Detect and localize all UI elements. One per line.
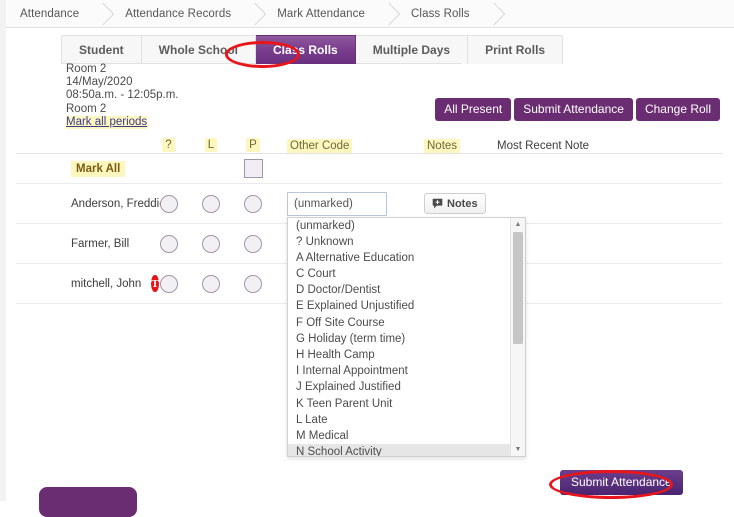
other-code-input[interactable]	[287, 191, 387, 216]
other-code-dropdown-list: (unmarked) ? Unknown A Alternative Educa…	[287, 216, 526, 457]
top-action-buttons: All Present Submit Attendance Change Rol…	[435, 98, 720, 121]
tab-multiple-days[interactable]: Multiple Days	[355, 35, 469, 64]
chevron-right-icon	[231, 0, 277, 28]
late-radio[interactable]	[202, 194, 220, 213]
notes-button-label: Notes	[447, 197, 478, 210]
tab-student[interactable]: Student	[61, 35, 142, 64]
roll-room-secondary: Room 2	[66, 102, 107, 115]
header-notes: Notes	[424, 138, 461, 153]
roll-time: 08:50a.m. - 12:05p.m.	[66, 89, 179, 102]
unknown-radio[interactable]	[159, 234, 178, 253]
chevron-right-icon	[79, 0, 125, 28]
unknown-radio[interactable]	[159, 194, 178, 213]
option-holiday-term-time[interactable]: G Holiday (term time)	[288, 331, 513, 347]
option-alternative-education[interactable]: A Alternative Education	[288, 250, 513, 266]
submit-attendance-button-top[interactable]: Submit Attendance	[514, 98, 633, 121]
option-off-site-course[interactable]: F Off Site Course	[288, 315, 513, 331]
unknown-radio[interactable]	[159, 274, 178, 293]
notes-button[interactable]: Notes	[424, 193, 486, 214]
tab-print-rolls[interactable]: Print Rolls	[468, 35, 564, 64]
mark-all-periods-link[interactable]: Mark all periods	[66, 115, 148, 130]
option-internal-appointment[interactable]: I Internal Appointment	[288, 363, 513, 379]
option-court[interactable]: C Court	[288, 266, 513, 282]
option-late[interactable]: L Late	[288, 412, 513, 428]
present-radio[interactable]	[244, 194, 262, 213]
submit-attendance-button-bottom[interactable]: Submit Attendance	[560, 470, 683, 495]
tab-whole-school[interactable]: Whole School	[141, 35, 257, 64]
option-unmarked[interactable]: (unmarked)	[288, 218, 513, 234]
student-name[interactable]: Farmer, Bill	[71, 238, 129, 250]
present-radio[interactable]	[244, 234, 262, 253]
header-present: P	[246, 137, 260, 152]
option-explained-justified[interactable]: J Explained Justified	[288, 379, 513, 395]
scrollbar-thumb[interactable]	[513, 231, 523, 344]
roll-date: 14/May/2020	[66, 76, 133, 89]
other-code-combobox: (unmarked) ? Unknown A Alternative Educa…	[287, 191, 526, 457]
tab-class-rolls[interactable]: Class Rolls	[256, 35, 356, 64]
option-doctor-dentist[interactable]: D Doctor/Dentist	[288, 282, 513, 298]
option-school-activity[interactable]: N School Activity	[288, 444, 513, 456]
header-other-code: Other Code	[287, 138, 353, 153]
page-body: Attendance Attendance Records Mark Atten…	[6, 0, 734, 517]
attendance-table: ? L P Other Code Notes Most Recent Note …	[16, 136, 722, 457]
late-radio[interactable]	[202, 234, 220, 253]
tab-bar: Student Whole School Class Rolls Multipl…	[61, 34, 564, 64]
breadcrumb: Attendance Attendance Records Mark Atten…	[6, 0, 734, 28]
floating-action-button[interactable]	[39, 487, 137, 517]
notes-icon	[432, 198, 443, 209]
option-medical[interactable]: M Medical	[288, 428, 513, 444]
option-teen-parent-unit[interactable]: K Teen Parent Unit	[288, 396, 513, 412]
option-explained-unjustified[interactable]: E Explained Unjustified	[288, 298, 513, 314]
table-row: Anderson, Freddie (unmarked) ? Unknown A…	[16, 184, 722, 457]
chevron-right-icon	[470, 0, 516, 28]
other-code-option-list: (unmarked) ? Unknown A Alternative Educa…	[288, 218, 513, 456]
header-late: L	[204, 137, 218, 152]
table-header-row: ? L P Other Code Notes Most Recent Note	[16, 136, 722, 154]
dropdown-scrollbar[interactable]: ▲ ▼	[510, 217, 525, 456]
scroll-down-arrow-icon[interactable]: ▼	[511, 443, 525, 456]
all-present-button[interactable]: All Present	[435, 98, 512, 121]
breadcrumb-item-attendance-records[interactable]: Attendance Records	[125, 8, 231, 20]
bottom-submit-area: Submit Attendance	[560, 470, 683, 495]
header-unknown: ?	[162, 137, 175, 152]
breadcrumb-item-attendance[interactable]: Attendance	[20, 8, 79, 20]
roll-room: Room 2	[66, 63, 107, 75]
change-roll-button[interactable]: Change Roll	[635, 98, 720, 121]
scroll-up-arrow-icon[interactable]: ▲	[511, 218, 525, 231]
option-health-camp[interactable]: H Health Camp	[288, 347, 513, 363]
student-name[interactable]: mitchell, John	[71, 278, 141, 290]
mark-all-present-checkbox[interactable]	[243, 159, 263, 178]
option-unknown[interactable]: ? Unknown	[288, 234, 513, 250]
roll-info: Room 2 14/May/2020 08:50a.m. - 12:05p.m.…	[66, 63, 179, 130]
mark-all-label[interactable]: Mark All	[71, 160, 126, 177]
late-radio[interactable]	[202, 274, 220, 293]
header-most-recent-note: Most Recent Note	[497, 139, 590, 152]
present-radio[interactable]	[244, 274, 262, 293]
mark-all-row: Mark All	[16, 154, 722, 184]
chevron-right-icon	[365, 0, 411, 28]
breadcrumb-item-class-rolls[interactable]: Class Rolls	[411, 8, 470, 20]
breadcrumb-item-mark-attendance[interactable]: Mark Attendance	[277, 8, 365, 20]
